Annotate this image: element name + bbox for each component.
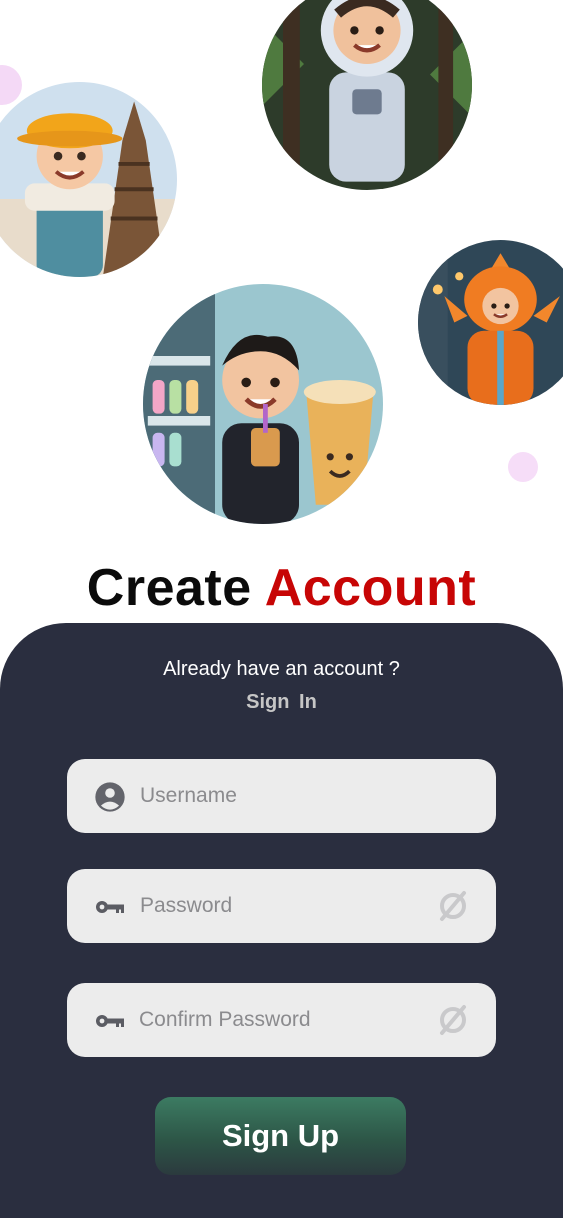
already-have-account-text: Already have an account ? (163, 658, 400, 680)
avatar-astronaut (262, 0, 472, 190)
decorative-dot (508, 452, 538, 482)
create-account-screen: Create Account Already have an account ?… (0, 0, 563, 1218)
title-accent: Account (264, 559, 477, 617)
decorative-dot (0, 65, 22, 105)
username-field[interactable] (67, 759, 496, 833)
avatar-fish-costume-boy (418, 240, 563, 405)
title-main: Create (86, 559, 252, 617)
key-icon (94, 891, 126, 923)
sign-in-link[interactable]: Sign In (0, 691, 563, 714)
key-icon (94, 1005, 126, 1037)
username-input[interactable] (139, 759, 430, 833)
eye-off-icon[interactable] (436, 1003, 470, 1037)
user-circle-icon (94, 781, 126, 813)
page-title: Create Account (0, 558, 563, 618)
avatar-construction-worker (0, 82, 177, 277)
eye-off-icon[interactable] (436, 889, 470, 923)
password-input[interactable] (139, 869, 430, 943)
avatar-boba-tea-boy (143, 284, 383, 524)
confirm-password-input[interactable] (138, 983, 429, 1057)
confirm-password-field[interactable] (67, 983, 496, 1057)
sign-up-button[interactable]: Sign Up (155, 1097, 406, 1175)
password-field[interactable] (67, 869, 496, 943)
